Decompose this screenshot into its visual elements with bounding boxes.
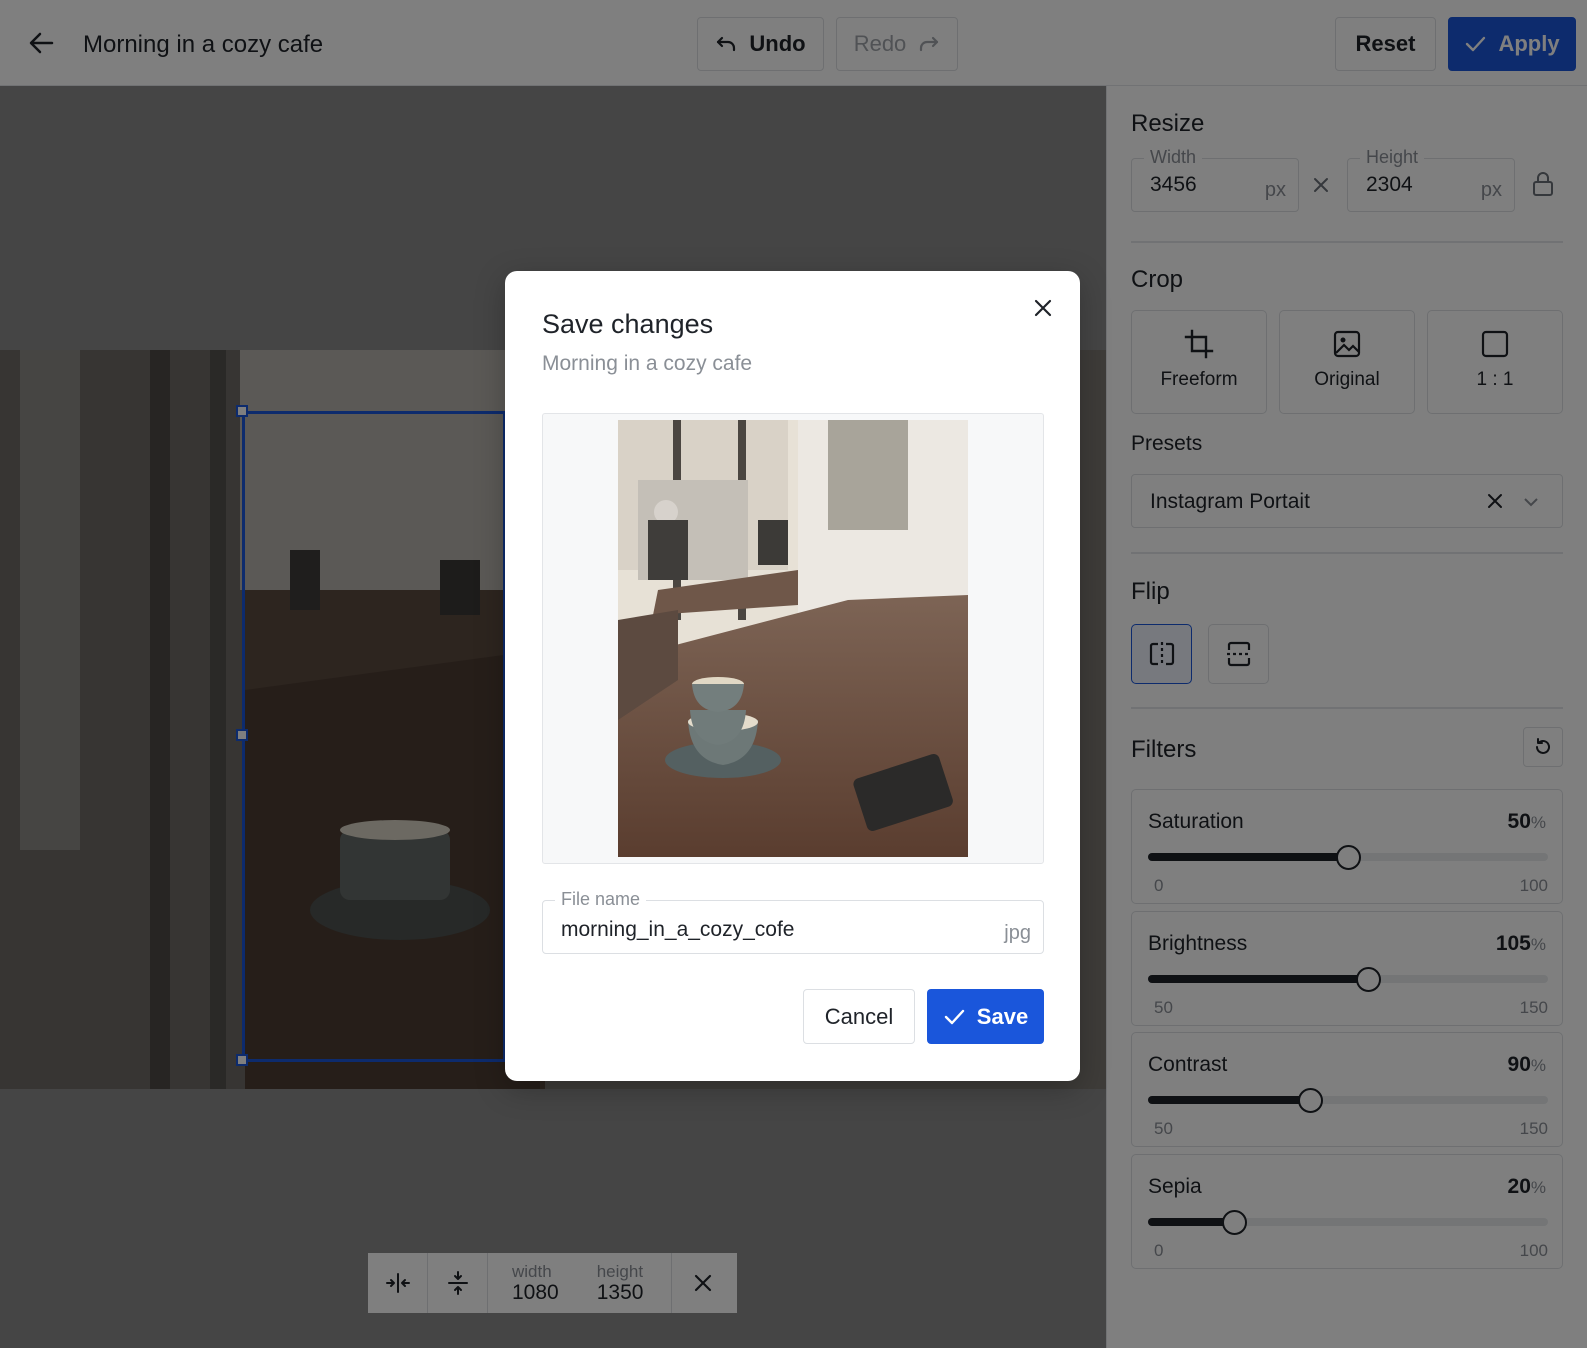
cancel-button[interactable]: Cancel: [803, 989, 915, 1044]
save-dialog: Save changes Morning in a cozy cafe File…: [505, 271, 1080, 1081]
file-extension: jpg: [1004, 922, 1031, 944]
save-button[interactable]: Save: [927, 989, 1044, 1044]
close-icon[interactable]: [1033, 298, 1053, 318]
file-name-field[interactable]: File name morning_in_a_cozy_cofe jpg: [542, 889, 1044, 954]
cancel-label: Cancel: [824, 1003, 894, 1029]
file-name-value: morning_in_a_cozy_cofe: [561, 918, 795, 941]
dialog-subtitle: Morning in a cozy cafe: [542, 352, 753, 375]
preview-image: [618, 420, 968, 857]
image-preview: [542, 413, 1044, 864]
file-name-label: File name: [555, 889, 647, 910]
check-icon: [943, 1006, 965, 1028]
save-label: Save: [976, 1003, 1029, 1029]
dialog-title: Save changes: [542, 309, 714, 339]
